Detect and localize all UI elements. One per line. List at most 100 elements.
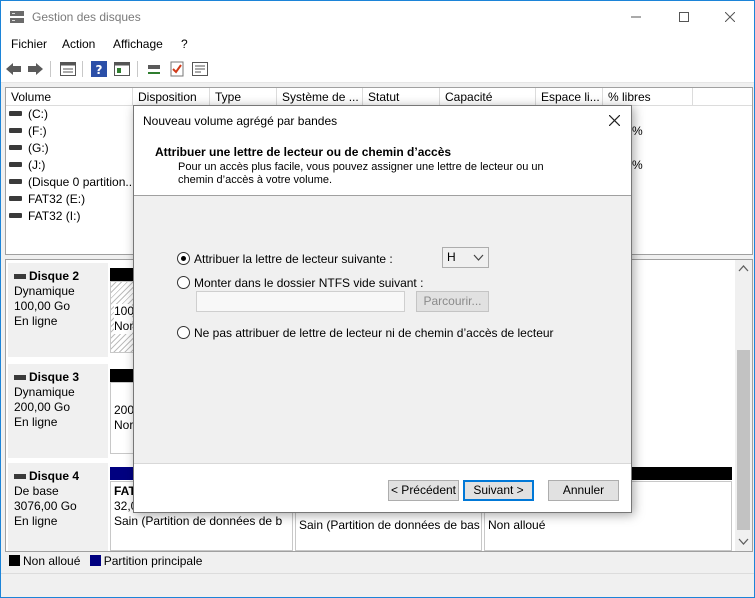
chevron-up-icon [738,265,749,272]
dialog-title: Nouveau volume agrégé par bandes [143,114,338,128]
disk-type: Dynamique [14,284,75,298]
toolbar-separator [50,61,51,77]
arrow-right-icon [28,63,43,75]
disk-management-app-icon [9,10,25,24]
disk-icon [14,474,26,480]
disk-status: En ligne [14,314,58,328]
properties-view-button[interactable] [113,60,131,78]
disk-2-label[interactable]: Disque 2 Dynamique 100,00 Go En ligne [8,263,108,357]
volume-row[interactable]: FAT32 (I:) [6,209,136,226]
toolbar-separator [82,61,83,77]
volume-row[interactable]: (G:) [6,141,136,158]
partition-status: Non alloué [488,518,546,532]
status-bar [1,573,754,597]
close-window-button[interactable] [707,1,753,33]
disk-3-label[interactable]: Disque 3 Dynamique 200,00 Go En ligne [8,364,108,458]
menu-fichier[interactable]: Fichier [11,37,47,51]
disk-name: Disque 3 [29,370,80,384]
volume-row[interactable]: (J:) [6,158,136,175]
drive-icon [9,162,22,168]
arrow-left-icon [6,63,21,75]
partition-status: Nor [114,319,134,334]
checklist-button[interactable] [168,60,186,78]
drive-icon [9,128,22,134]
volume-row[interactable]: FAT32 (E:) [6,192,136,209]
volume-row[interactable]: (Disque 0 partition... [6,175,136,192]
forward-button[interactable] [27,60,45,78]
percent-free-value: % [632,158,643,172]
mount-folder-radio[interactable] [177,276,190,289]
no-letter-label[interactable]: Ne pas attribuer de lettre de lecteur ni… [194,326,554,340]
list-view-icon [60,62,76,76]
drive-icon [9,145,22,151]
drive-letter-select[interactable]: H [442,247,489,268]
legend-primary-partition: Partition principale [103,554,203,568]
dialog-close-button[interactable] [603,110,625,130]
primary-partition-swatch [89,555,101,567]
column-header-type[interactable]: Type [210,88,277,106]
back-button[interactable] [5,60,23,78]
column-header-empty [693,88,752,106]
menu-bar: Fichier Action Affichage ? [1,33,754,55]
disk-status: En ligne [14,514,58,528]
disk-size: 3076,00 Go [14,499,77,513]
disk-size: 200,00 Go [14,400,71,414]
minimize-button[interactable] [613,1,659,33]
panel-view-icon [114,62,130,76]
column-header-filesystem[interactable]: Système de ... [277,88,363,106]
disk-4-label[interactable]: Disque 4 De base 3076,00 Go En ligne [8,463,108,551]
column-header-free-space[interactable]: Espace li... [536,88,603,106]
column-header-status[interactable]: Statut [363,88,440,106]
maximize-button[interactable] [661,1,707,33]
drive-icon [9,213,22,219]
help-icon: ? [91,61,107,77]
assign-letter-label[interactable]: Attribuer la lettre de lecteur suivante … [194,252,393,266]
vertical-scrollbar[interactable] [735,260,752,551]
assign-letter-radio[interactable] [177,252,190,265]
disk-type: De base [14,484,59,498]
volume-name: (C:) [28,107,48,121]
window-title: Gestion des disques [32,10,141,24]
column-header-disposition[interactable]: Disposition [133,88,210,106]
next-button[interactable]: Suivant > [463,480,534,501]
disk-name: Disque 4 [29,469,80,483]
column-header-percent-free[interactable]: % libres [603,88,693,106]
help-button[interactable]: ? [90,60,108,78]
mount-folder-label[interactable]: Monter dans le dossier NTFS vide suivant… [194,276,423,290]
partition-status: Sain (Partition de données de bas [299,518,480,532]
legend: Non alloué Partition principale [5,554,753,572]
unallocated-swatch [9,555,20,567]
settings-list-icon [192,62,208,76]
column-header-capacity[interactable]: Capacité [440,88,536,106]
menu-action[interactable]: Action [62,37,95,51]
volume-row[interactable]: (C:) [6,107,136,124]
settings-list-button[interactable] [191,60,209,78]
menu-affichage[interactable]: Affichage [113,37,163,51]
checklist-icon [170,61,184,77]
volume-row[interactable]: (F:) [6,124,136,141]
ntfs-folder-path-input[interactable] [196,291,405,312]
legend-unallocated: Non alloué [23,554,81,568]
drive-icon [9,196,22,202]
browse-button[interactable]: Parcourir... [416,291,489,312]
list-view-button[interactable] [59,60,77,78]
chevron-down-icon [473,254,484,261]
volume-name: (Disque 0 partition... [28,175,136,189]
disk-management-window: Gestion des disques Fichier Action Affic… [0,0,755,598]
dialog-heading: Attribuer une lettre de lecteur ou de ch… [155,145,452,159]
back-button[interactable]: < Précédent [388,480,459,501]
menu-help[interactable]: ? [181,37,188,51]
scrollbar-thumb[interactable] [737,350,750,530]
volume-name: FAT32 (E:) [28,192,86,206]
column-header-volume[interactable]: Volume [6,88,133,106]
disk-size: 100,00 Go [14,299,71,313]
partition-status: Sain (Partition de données de b [114,514,283,528]
close-icon [725,12,735,22]
no-letter-radio[interactable] [177,326,190,339]
cancel-button[interactable]: Annuler [548,480,619,501]
partition-status: Nor [114,418,134,432]
connect-button[interactable] [145,60,163,78]
minimize-icon [631,16,641,18]
drive-icon [9,179,22,185]
title-bar: Gestion des disques [1,1,754,33]
